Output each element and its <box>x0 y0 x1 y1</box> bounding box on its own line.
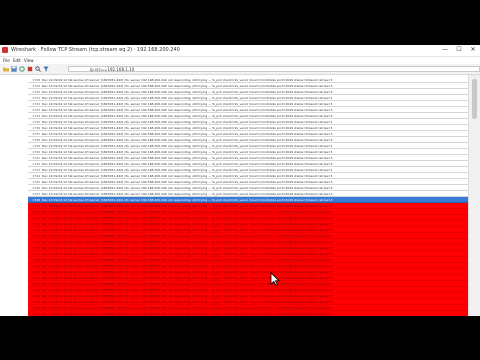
save-icon[interactable] <box>11 66 17 72</box>
open-folder-icon[interactable] <box>3 66 9 72</box>
window-title: Wireshark · Follow TCP Stream (tcp.strea… <box>11 47 180 53</box>
menu-bar: File Edit View <box>0 57 480 64</box>
filter-icon[interactable] <box>43 66 49 72</box>
search-icon[interactable] <box>35 66 41 72</box>
filter-input[interactable]: ip.src==192.168.1.10 <box>68 66 480 72</box>
vertical-scrollbar[interactable] <box>468 75 480 316</box>
application-window: Wireshark · Follow TCP Stream (tcp.strea… <box>0 45 480 316</box>
minimize-button[interactable]: — <box>438 45 452 55</box>
log-view: 1728 Dec 10 09:04:12 hst-worker-03 kernel… <box>0 75 480 316</box>
log-row-text: Dec 10 09:04:12 hst-worker-03 kernel: [1… <box>42 312 333 316</box>
log-row[interactable]: 1767 Dec 10 09:04:12 hst-worker-03 kernel… <box>28 311 468 316</box>
reload-icon[interactable] <box>19 66 25 72</box>
menu-view[interactable]: View <box>24 57 34 64</box>
app-icon <box>2 47 8 53</box>
title-bar[interactable]: Wireshark · Follow TCP Stream (tcp.strea… <box>0 45 480 57</box>
line-gutter <box>0 75 28 316</box>
close-button[interactable]: ✕ <box>466 45 480 55</box>
filter-input-value: ip.src==192.168.1.10 <box>90 67 135 72</box>
menu-edit[interactable]: Edit <box>13 57 21 64</box>
toolbar: ip.src==192.168.1.10 <box>0 64 480 75</box>
mouse-pointer-icon <box>270 272 280 286</box>
maximize-button[interactable]: ☐ <box>452 45 466 55</box>
stop-icon[interactable] <box>27 66 33 72</box>
log-row-number: 1767 <box>32 312 40 316</box>
video-frame: { "window": { "title": "Wireshark · Foll… <box>0 0 480 360</box>
scrollbar-thumb[interactable] <box>472 79 477 119</box>
menu-file[interactable]: File <box>3 57 10 64</box>
